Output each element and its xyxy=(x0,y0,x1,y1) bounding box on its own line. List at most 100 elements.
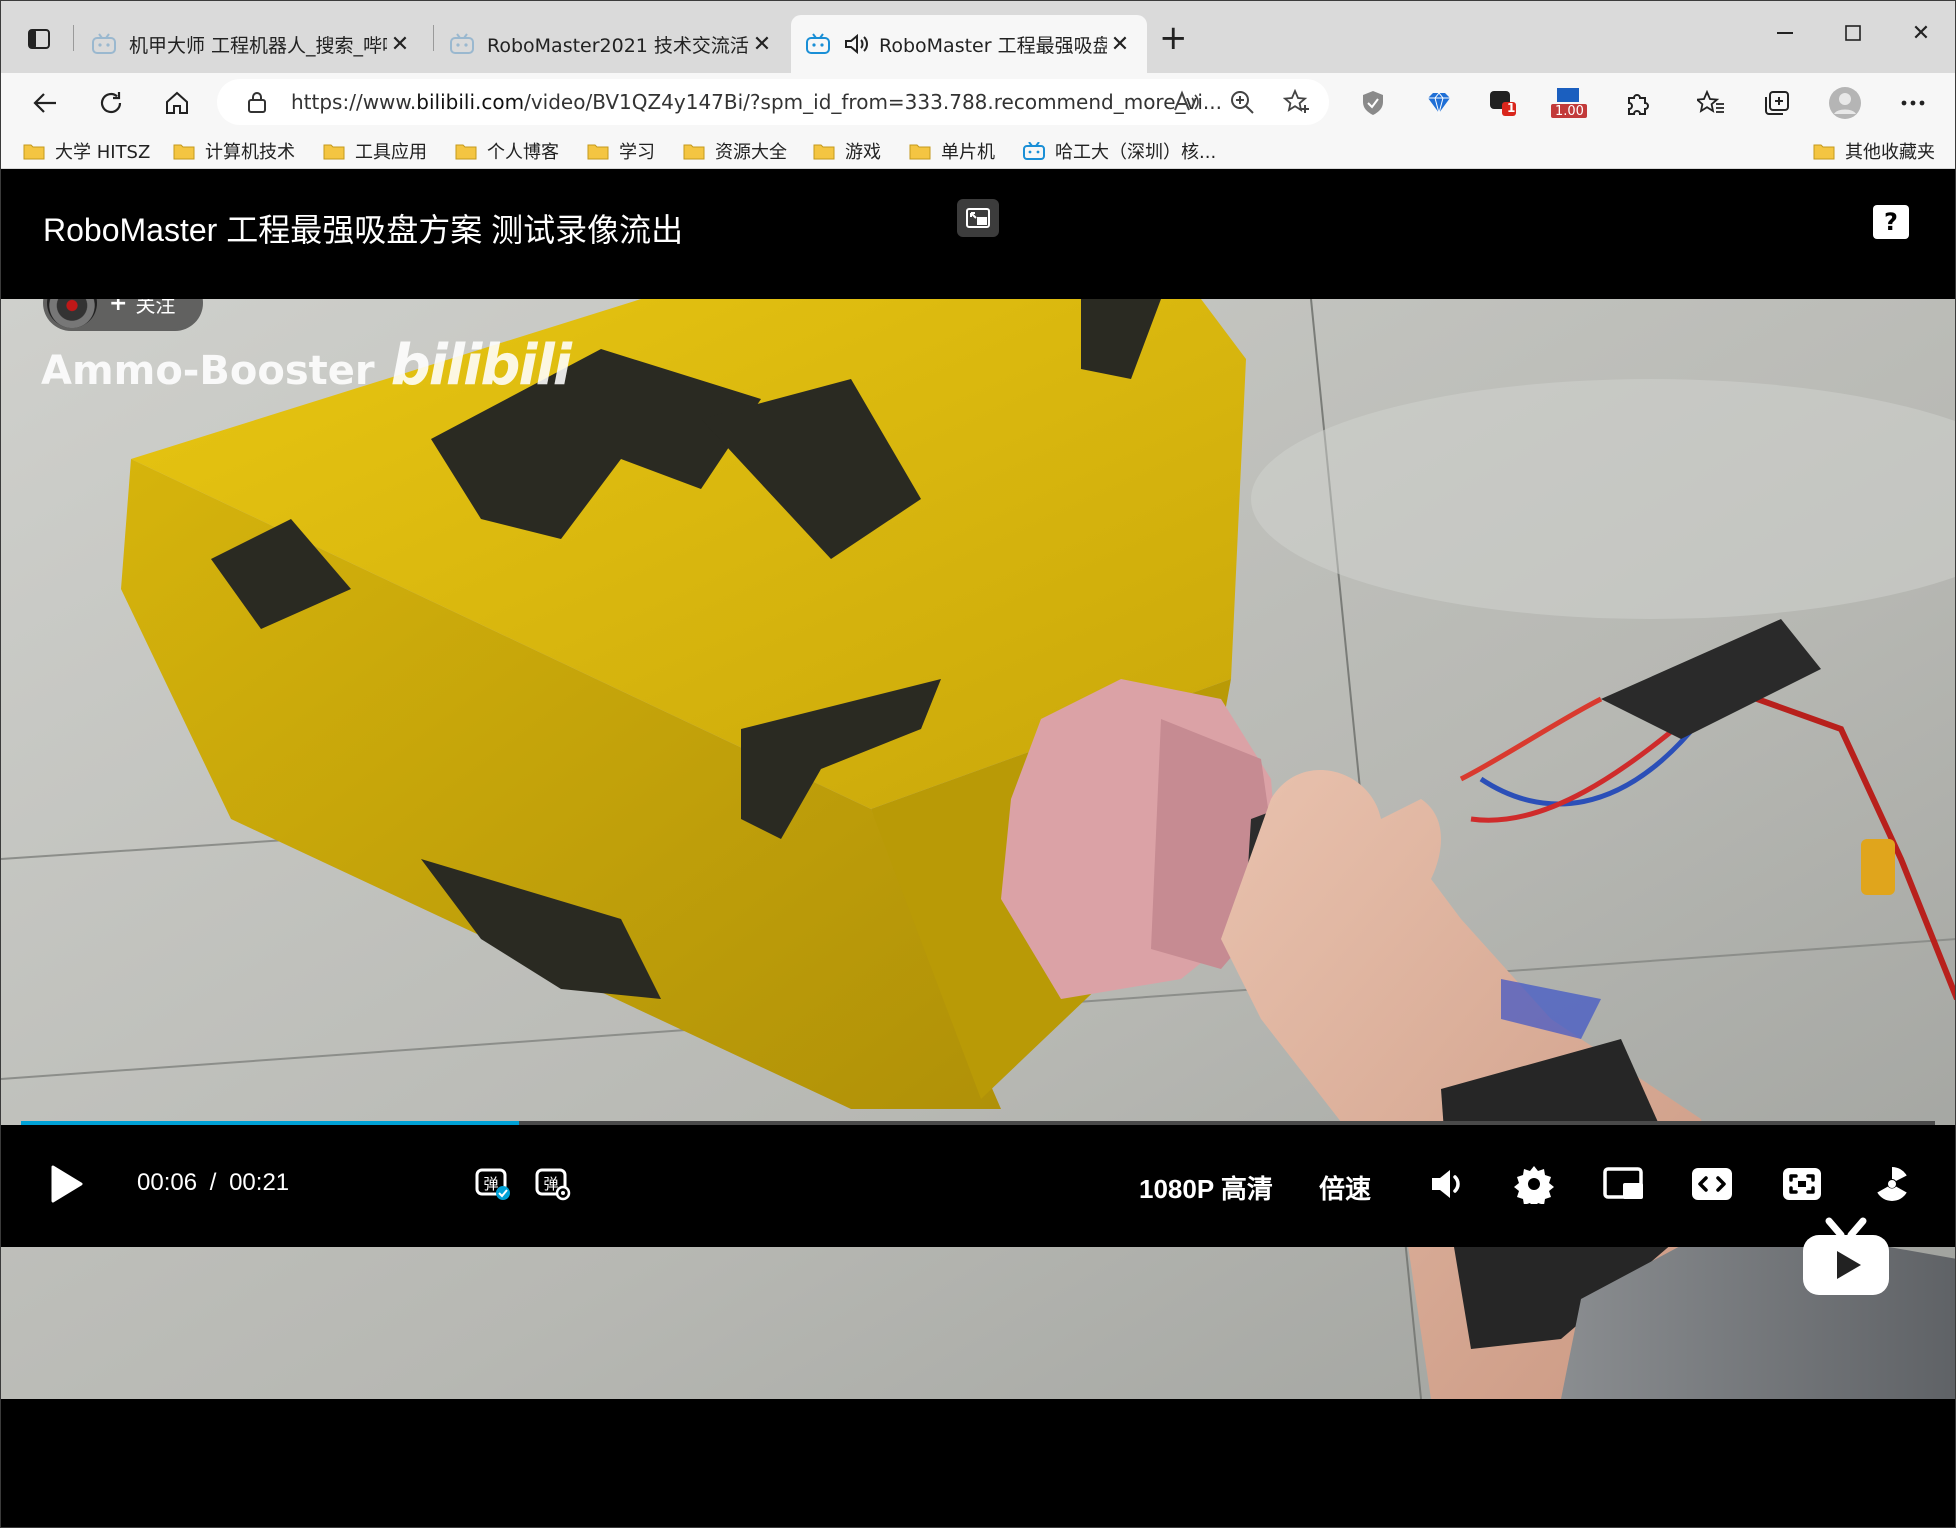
danmaku-toggle-button[interactable]: 弹 xyxy=(473,1163,513,1203)
tab-label: RoboMaster 工程最强吸盘方 xyxy=(879,34,1107,57)
restore-icon xyxy=(966,208,990,228)
settings-button[interactable] xyxy=(1511,1161,1557,1207)
url-text[interactable]: https://www.bilibili.com/video/BV1QZ4y14… xyxy=(291,90,1222,114)
uploader-follow-button[interactable]: + 关注 xyxy=(43,299,203,331)
version-extension-icon[interactable]: 1.00 xyxy=(1547,85,1591,121)
speed-selector[interactable]: 倍速 xyxy=(1319,1169,1371,1206)
danmaku-icon: 弹 xyxy=(475,1168,510,1200)
bookmark-folder-hitsz[interactable]: 大学 HITSZ xyxy=(23,137,150,165)
help-button[interactable]: ? xyxy=(1873,205,1909,239)
tab-close-icon[interactable]: ✕ xyxy=(387,32,413,57)
more-menu-icon[interactable] xyxy=(1895,85,1931,121)
favorites-icon[interactable] xyxy=(1693,85,1729,121)
version-badge: 1.00 xyxy=(1555,104,1584,119)
read-aloud-icon[interactable] xyxy=(1173,90,1201,114)
video-watermark: Ammo-Booster bilibili xyxy=(41,333,572,398)
lock-icon[interactable] xyxy=(247,91,267,113)
extensions-puzzle-icon[interactable] xyxy=(1619,85,1655,121)
browser-window: 机甲大师 工程机器人_搜索_哔哩哔 ✕ RoboMaster2021 技术交流活… xyxy=(0,0,1956,1528)
bookmark-folder-games[interactable]: 游戏 xyxy=(813,137,881,165)
tab-active-video[interactable]: RoboMaster 工程最强吸盘方 ✕ xyxy=(791,15,1147,73)
watermark-user: Ammo-Booster xyxy=(41,348,375,394)
bookmark-folder-study[interactable]: 学习 xyxy=(587,137,655,165)
svg-text:弹: 弹 xyxy=(483,1175,498,1193)
bookmark-other-favorites[interactable]: 其他收藏夹 xyxy=(1813,137,1935,165)
collections-icon[interactable] xyxy=(1759,85,1795,121)
bookmark-folder-blog[interactable]: 个人博客 xyxy=(455,137,559,165)
tab-label: RoboMaster2021 技术交流活动 xyxy=(487,34,749,57)
play-button[interactable] xyxy=(45,1159,89,1209)
folder-icon xyxy=(813,144,835,160)
quality-selector[interactable]: 1080P 高清 xyxy=(1139,1169,1273,1206)
address-bar[interactable]: https://www.bilibili.com/video/BV1QZ4y14… xyxy=(217,79,1329,125)
time-separator: / xyxy=(209,1169,217,1196)
bilibili-favicon-icon xyxy=(92,33,116,54)
tab-close-icon[interactable]: ✕ xyxy=(1107,32,1133,57)
bilibili-favicon-icon xyxy=(806,33,830,54)
new-tab-button[interactable]: + xyxy=(1159,21,1188,55)
fullscreen-button[interactable] xyxy=(1869,1161,1915,1207)
video-player[interactable]: RoboMaster 工程最强吸盘方案 测试录像流出 ? + 关注 Ammo-B… xyxy=(1,169,1955,1527)
danmaku-settings-button[interactable]: 弹 xyxy=(533,1163,573,1203)
notification-extension-icon[interactable]: 1 xyxy=(1485,85,1521,121)
play-icon xyxy=(51,1165,83,1203)
close-window-button[interactable]: ✕ xyxy=(1891,13,1951,53)
tab-close-icon[interactable]: ✕ xyxy=(749,32,775,57)
tab-search[interactable]: 机甲大师 工程机器人_搜索_哔哩哔 ✕ xyxy=(77,15,427,73)
bilibili-tv-icon xyxy=(1023,142,1045,160)
bookmark-folder-mcu[interactable]: 单片机 xyxy=(909,137,995,165)
follow-label: 关注 xyxy=(135,299,176,317)
volume-icon xyxy=(1432,1170,1460,1198)
time-display: 00:06 / 00:21 xyxy=(137,1169,289,1197)
folder-icon xyxy=(909,144,931,160)
folder-icon xyxy=(455,144,477,160)
volume-button[interactable] xyxy=(1425,1161,1471,1207)
widescreen-button[interactable] xyxy=(1689,1161,1735,1207)
video-title: RoboMaster 工程最强吸盘方案 测试录像流出 xyxy=(43,212,684,248)
audio-playing-icon[interactable] xyxy=(843,33,869,55)
diamond-extension-icon[interactable] xyxy=(1421,85,1457,121)
tab-actions-icon[interactable] xyxy=(19,21,59,57)
bilibili-tv-logo-icon xyxy=(1803,1217,1889,1295)
bookmarks-bar: 大学 HITSZ 计算机技术 工具应用 个人博客 学习 资源大全 游戏 单片机 xyxy=(1,133,1955,169)
zoom-icon[interactable] xyxy=(1229,89,1255,115)
notification-badge: 1 xyxy=(1507,101,1516,115)
exit-mini-player-button[interactable] xyxy=(957,199,999,237)
profile-avatar-icon[interactable] xyxy=(1827,85,1863,121)
player-controls: 00:06 / 00:21 弹 弹 1080P 高清 倍速 xyxy=(1,1125,1955,1247)
refresh-button[interactable] xyxy=(91,83,131,123)
add-favorite-icon[interactable] xyxy=(1283,89,1311,115)
watermark-brand: bilibili xyxy=(390,333,572,398)
bookmark-hit-shenzhen[interactable]: 哈工大（深圳）核... xyxy=(1023,137,1216,165)
gear-icon xyxy=(1514,1166,1554,1204)
picture-in-picture-icon xyxy=(1603,1167,1643,1199)
svg-text:弹: 弹 xyxy=(543,1175,558,1193)
plus-icon: + xyxy=(109,299,128,316)
shield-extension-icon[interactable] xyxy=(1355,85,1391,121)
web-fullscreen-button[interactable] xyxy=(1779,1161,1825,1207)
folder-icon xyxy=(173,144,195,160)
browser-toolbar: https://www.bilibili.com/video/BV1QZ4y14… xyxy=(1,73,1955,133)
folder-icon xyxy=(23,144,45,160)
bookmark-folder-resources[interactable]: 资源大全 xyxy=(683,137,787,165)
mini-player-button[interactable] xyxy=(1601,1161,1647,1207)
folder-icon xyxy=(683,144,705,160)
maximize-button[interactable] xyxy=(1823,13,1883,53)
folder-icon xyxy=(323,144,345,160)
bookmark-folder-tools[interactable]: 工具应用 xyxy=(323,137,427,165)
home-button[interactable] xyxy=(157,83,197,123)
widescreen-icon xyxy=(1692,1168,1732,1200)
bookmark-folder-cs[interactable]: 计算机技术 xyxy=(173,137,295,165)
tab-label: 机甲大师 工程机器人_搜索_哔哩哔 xyxy=(129,34,387,57)
tab-robomaster2021[interactable]: RoboMaster2021 技术交流活动 ✕ xyxy=(435,15,789,73)
folder-icon xyxy=(587,144,609,160)
current-time: 00:06 xyxy=(137,1169,198,1196)
uploader-avatar[interactable] xyxy=(47,299,97,328)
bilibili-favicon-icon xyxy=(450,33,474,54)
tab-strip: 机甲大师 工程机器人_搜索_哔哩哔 ✕ RoboMaster2021 技术交流活… xyxy=(1,1,1955,73)
web-fullscreen-icon xyxy=(1783,1168,1821,1200)
duration: 00:21 xyxy=(229,1169,290,1196)
minimize-button[interactable] xyxy=(1755,13,1815,53)
fullscreen-icon xyxy=(1877,1167,1907,1201)
back-button[interactable] xyxy=(25,83,65,123)
